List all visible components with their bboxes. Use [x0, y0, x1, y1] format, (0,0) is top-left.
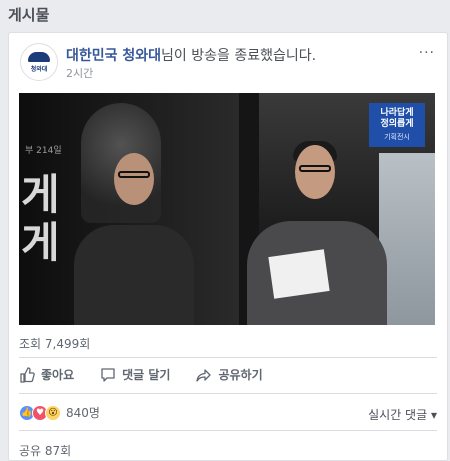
- comment-label: 댓글 달기: [122, 368, 171, 382]
- view-count: 조회 7,499회: [19, 337, 91, 351]
- thumbs-up-icon: [20, 366, 35, 383]
- avatar-text: 청와대: [30, 65, 48, 73]
- person-right-glasses: [299, 165, 331, 172]
- video-bg-window: [379, 153, 435, 325]
- share-button[interactable]: 공유하기: [196, 366, 263, 383]
- page-avatar[interactable]: 청와대: [20, 43, 58, 81]
- chevron-down-icon: ▾: [430, 408, 437, 422]
- poster-small-text: 부 214일: [25, 146, 62, 156]
- share-label: 공유하기: [218, 368, 263, 382]
- poster-char-2: 게: [21, 218, 60, 267]
- divider: [19, 357, 437, 358]
- divider: [19, 430, 437, 431]
- logo-line-2: 정의롭게: [380, 119, 414, 129]
- more-options-button[interactable]: ···: [419, 45, 435, 61]
- exhibition-logo: 나라답게 정의롭게 기획전시: [369, 103, 425, 147]
- post-action-text: 님이 방송을 종료했습니다.: [161, 48, 317, 64]
- comment-sort-dropdown[interactable]: 실시간 댓글 ▾: [368, 406, 437, 423]
- reactions-summary[interactable]: 👍 ♥ 😮 840명: [19, 404, 100, 421]
- section-title: 게시물: [8, 6, 50, 24]
- person-left-body: [74, 225, 194, 325]
- person-left-head: [114, 153, 154, 205]
- post-timestamp[interactable]: 2시간: [66, 65, 93, 81]
- reaction-count: 840명: [66, 406, 100, 420]
- post-card: 청와대 대한민국 청와대님이 방송을 종료했습니다. 2시간 ··· 부 214…: [8, 32, 448, 461]
- logo-subtitle: 기획전시: [384, 133, 410, 141]
- comment-icon: [101, 367, 115, 382]
- post-action-bar: 좋아요 댓글 달기 공유하기: [19, 366, 437, 383]
- person-right-head: [295, 145, 335, 199]
- wow-reaction-icon: 😮: [45, 404, 61, 421]
- person-left-glasses: [118, 171, 150, 178]
- like-button[interactable]: 좋아요: [19, 366, 74, 383]
- like-label: 좋아요: [41, 368, 75, 382]
- seal-icon: [28, 51, 50, 62]
- divider: [19, 393, 437, 394]
- post-header-line: 대한민국 청와대님이 방송을 종료했습니다.: [66, 45, 316, 65]
- comment-button[interactable]: 댓글 달기: [100, 366, 170, 383]
- paper-sheet: [268, 249, 330, 299]
- share-count[interactable]: 공유 87회: [19, 442, 71, 459]
- video-player[interactable]: 부 214일 게 게 나라답게 정의롭게 기획전시: [19, 93, 435, 325]
- comment-sort-label: 실시간 댓글: [368, 408, 428, 422]
- page-name-link[interactable]: 대한민국 청와대: [66, 48, 161, 64]
- logo-line-1: 나라답게: [380, 108, 414, 118]
- share-icon: [196, 368, 212, 382]
